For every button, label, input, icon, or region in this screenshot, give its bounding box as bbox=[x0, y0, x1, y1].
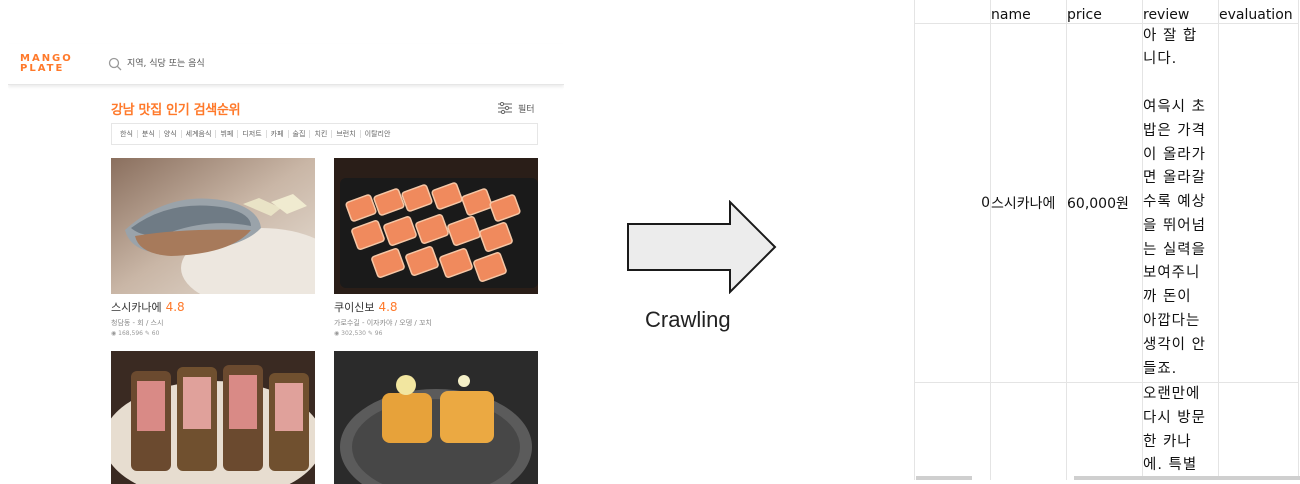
filter-button[interactable]: 필터 bbox=[498, 100, 535, 116]
column-header-index[interactable] bbox=[914, 0, 991, 24]
restaurant-site-screenshot: MANGO PLATE 강남 맛집 인기 검색순위 필터 한식 분식 양식 세계… bbox=[8, 0, 564, 484]
column-header-evaluation[interactable]: evaluation bbox=[1218, 0, 1299, 24]
sliders-icon bbox=[498, 102, 512, 114]
category-western[interactable]: 양식 bbox=[160, 130, 182, 138]
category-buffet[interactable]: 뷔페 bbox=[216, 130, 239, 138]
restaurant-name[interactable]: 쿠이신보 4.8 bbox=[334, 299, 398, 315]
name-cell[interactable]: 스시카나에 bbox=[990, 23, 1067, 383]
category-hansik[interactable]: 한식 bbox=[116, 130, 138, 138]
restaurant-card[interactable] bbox=[111, 351, 315, 484]
arrow-label: Crawling bbox=[645, 307, 731, 332]
restaurant-photo[interactable] bbox=[334, 351, 538, 484]
site-header: MANGO PLATE bbox=[8, 44, 564, 85]
category-world[interactable]: 세계음식 bbox=[182, 130, 217, 138]
mangoplate-logo[interactable]: MANGO PLATE bbox=[20, 54, 82, 74]
restaurant-card[interactable] bbox=[334, 351, 538, 484]
restaurant-meta: 청담동 - 회 / 스시 bbox=[111, 319, 164, 327]
right-arrow-icon bbox=[627, 200, 777, 294]
section-title: 강남 맛집 인기 검색순위 bbox=[111, 103, 241, 118]
scrollbar-thumb[interactable] bbox=[1074, 476, 1300, 480]
category-bunsik[interactable]: 분식 bbox=[138, 130, 160, 138]
restaurant-photo[interactable] bbox=[111, 158, 315, 294]
restaurant-stats: ◉ 168,596 ✎ 60 bbox=[111, 330, 160, 337]
column-header-name[interactable]: name bbox=[990, 0, 1067, 24]
category-chicken[interactable]: 치킨 bbox=[310, 130, 333, 138]
scrollbar-thumb[interactable] bbox=[916, 476, 972, 480]
category-brunch[interactable]: 브런치 bbox=[332, 130, 361, 138]
restaurant-meta: 가로수길 - 이자카야 / 오뎅 / 꼬치 bbox=[334, 319, 432, 327]
price-cell[interactable] bbox=[1066, 382, 1143, 480]
horizontal-scrollbar[interactable] bbox=[914, 476, 1300, 480]
table-row: 오랜만에 다시 방문 한 카나 에. 특별 한 스시의 bbox=[914, 382, 1299, 480]
category-cafe[interactable]: 카페 bbox=[267, 130, 289, 138]
filter-label: 필터 bbox=[518, 104, 535, 115]
search-icon bbox=[108, 57, 122, 71]
name-cell[interactable] bbox=[990, 382, 1067, 480]
restaurant-card[interactable]: 스시카나에 4.8 청담동 - 회 / 스시 ◉ 168,596 ✎ 60 bbox=[111, 158, 315, 337]
table-row: 0 스시카나에 60,000원 아 잘 합 니다. 여윽시 초 밥은 가격 이 … bbox=[914, 23, 1299, 383]
review-cell[interactable]: 아 잘 합 니다. 여윽시 초 밥은 가격 이 올라가 면 올라갈 수록 예상 … bbox=[1142, 23, 1219, 383]
evaluation-cell[interactable] bbox=[1218, 382, 1299, 480]
row-index-cell[interactable]: 0 bbox=[914, 23, 991, 383]
column-header-review[interactable]: review bbox=[1142, 0, 1219, 24]
dataframe-table: name price review evaluation 0 스시카나에 60,… bbox=[914, 0, 1300, 480]
restaurant-name[interactable]: 스시카나에 4.8 bbox=[111, 299, 185, 315]
restaurant-photo[interactable] bbox=[111, 351, 315, 484]
column-header-price[interactable]: price bbox=[1066, 0, 1143, 24]
evaluation-cell[interactable] bbox=[1218, 23, 1299, 383]
restaurant-card[interactable]: 쿠이신보 4.8 가로수길 - 이자카야 / 오뎅 / 꼬치 ◉ 302,530 … bbox=[334, 158, 538, 337]
rating-score: 4.8 bbox=[165, 300, 185, 314]
restaurant-stats: ◉ 302,530 ✎ 96 bbox=[334, 330, 383, 337]
category-dessert[interactable]: 디저트 bbox=[238, 130, 267, 138]
review-cell[interactable]: 오랜만에 다시 방문 한 카나 에. 특별 한 스시의 bbox=[1142, 382, 1219, 480]
restaurant-photo[interactable] bbox=[334, 158, 538, 294]
rating-score: 4.8 bbox=[378, 300, 398, 314]
category-bar: 한식 분식 양식 세계음식 뷔페 디저트 카페 술집 치킨 브런치 이탈리안 bbox=[111, 123, 538, 145]
price-cell[interactable]: 60,000원 bbox=[1066, 23, 1143, 383]
row-index-cell[interactable] bbox=[914, 382, 991, 480]
category-bar[interactable]: 술집 bbox=[289, 130, 311, 138]
category-italian[interactable]: 이탈리안 bbox=[361, 130, 395, 138]
data-grid: name price review evaluation 0 스시카나에 60,… bbox=[914, 0, 1299, 480]
search-input[interactable] bbox=[127, 56, 427, 72]
header-row: name price review evaluation bbox=[914, 0, 1299, 24]
